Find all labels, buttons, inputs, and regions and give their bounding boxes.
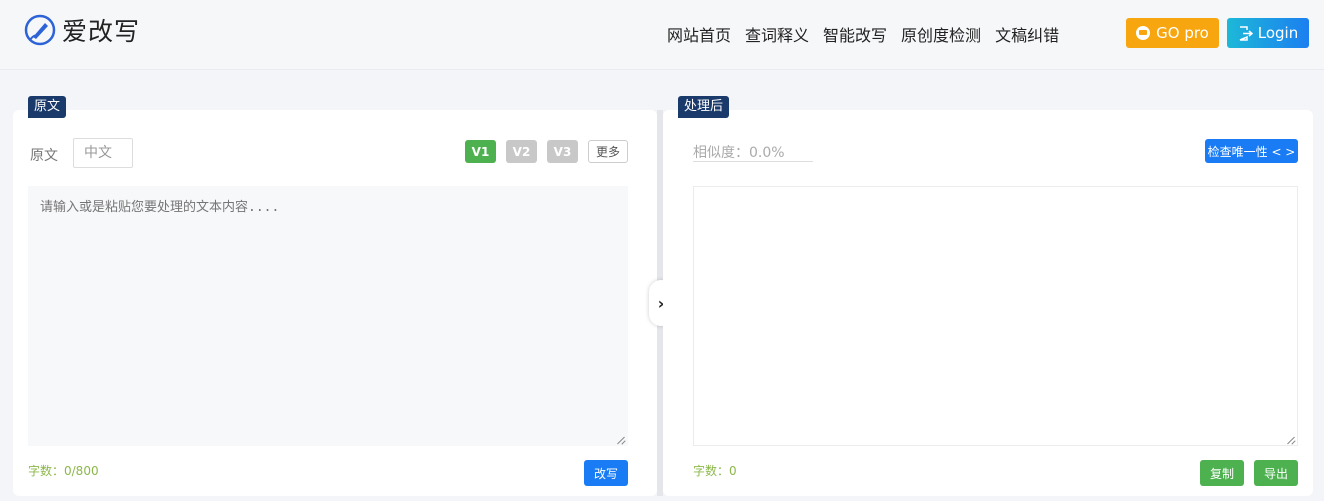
nav-item-home[interactable]: 网站首页 xyxy=(667,22,731,46)
source-label: 原文 xyxy=(30,148,58,164)
resize-handle-icon[interactable] xyxy=(1288,436,1296,444)
go-pro-button[interactable]: GO pro xyxy=(1126,18,1219,48)
login-button[interactable]: Login xyxy=(1227,18,1309,48)
version-v2-button[interactable]: V2 xyxy=(506,140,537,163)
source-textarea[interactable] xyxy=(28,186,628,446)
version-v1-button[interactable]: V1 xyxy=(465,140,496,163)
check-uniqueness-button[interactable]: 检查唯一性 < > xyxy=(1205,139,1298,163)
crown-icon xyxy=(1136,26,1151,40)
result-tag: 处理后 xyxy=(678,96,730,118)
rewrite-button[interactable]: 改写 xyxy=(584,460,628,486)
logo[interactable]: 爱改写 xyxy=(24,12,140,48)
nav-item-rewrite[interactable]: 智能改写 xyxy=(823,22,887,46)
result-textarea[interactable] xyxy=(693,186,1298,446)
logo-icon xyxy=(24,14,56,46)
nav-item-proofread[interactable]: 文稿纠错 xyxy=(995,22,1059,46)
logo-text: 爱改写 xyxy=(62,17,141,46)
main-nav: 网站首页 查词释义 智能改写 原创度检测 文稿纠错 xyxy=(667,22,1073,46)
version-v3-button[interactable]: V3 xyxy=(547,140,578,163)
language-select[interactable]: 中文 xyxy=(73,138,133,168)
top-header: 爱改写 网站首页 查词释义 智能改写 原创度检测 文稿纠错 GO pro Log… xyxy=(0,0,1324,70)
resize-handle-icon[interactable] xyxy=(618,436,626,444)
export-button[interactable]: 导出 xyxy=(1254,460,1298,486)
similarity-readout: 相似度：0.0% xyxy=(693,142,813,162)
source-word-count: 字数：0/800 xyxy=(28,464,99,478)
go-pro-label: GO pro xyxy=(1156,24,1209,42)
copy-button[interactable]: 复制 xyxy=(1200,460,1244,486)
login-label: Login xyxy=(1257,24,1299,42)
source-tag: 原文 xyxy=(28,96,67,118)
nav-item-dictionary[interactable]: 查词释义 xyxy=(745,22,809,46)
result-word-count: 字数：0 xyxy=(693,464,737,478)
nav-item-originality[interactable]: 原创度检测 xyxy=(901,22,981,46)
more-button[interactable]: 更多 xyxy=(588,140,628,163)
login-icon xyxy=(1239,25,1253,41)
